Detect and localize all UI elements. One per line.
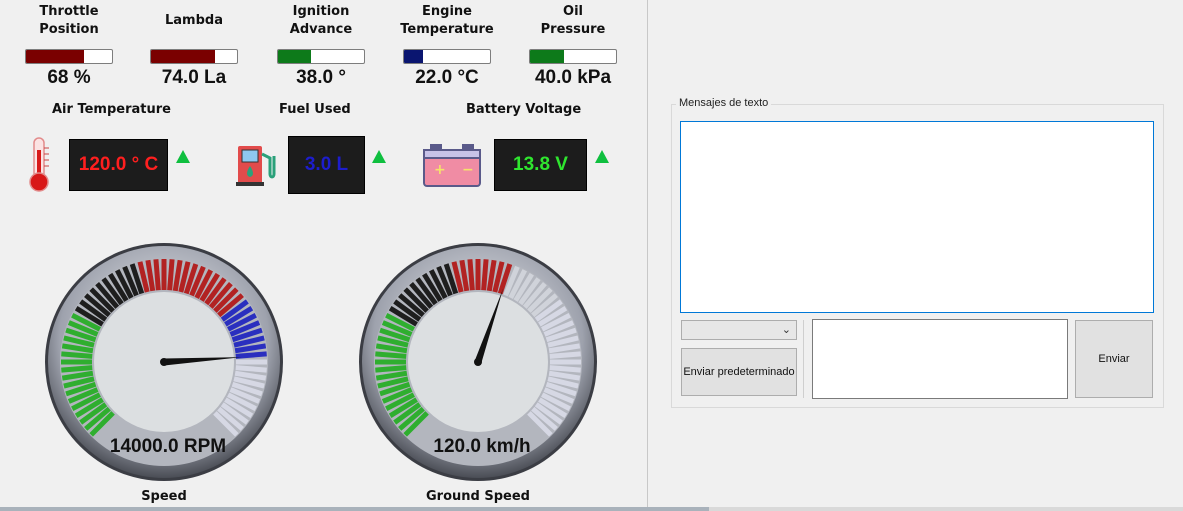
engine-temperature-gauge: Engine Temperature 22.0 °C [397,3,497,93]
gauge-label-line1: Throttle [39,4,99,19]
dial-tick [467,259,475,291]
dial-tick [375,351,407,359]
dial-tick [61,351,93,359]
trend-up-icon [176,150,190,163]
message-input-textarea[interactable] [812,319,1068,399]
gauge-label: Throttle Position [19,3,119,39]
dial-tick [549,365,581,373]
dial-hub [160,358,168,366]
dial-tick [235,351,267,359]
speed-dial-value: 14000.0 RPM [109,436,227,457]
fuel-pump-icon [234,142,280,192]
dial-tick [235,365,267,373]
battery-voltage-label: Battery Voltage [466,102,582,117]
gauge-bar [150,49,238,64]
dial-tick [167,259,175,291]
gauge-bar-fill [404,50,423,63]
dashboard-panel: Throttle Position 68 % Lambda 74.0 La Ig… [0,0,647,511]
ground-speed-dial-label: Ground Speed [426,489,530,504]
messages-group-title: Mensajes de texto [676,97,772,109]
gauge-label-line2: Temperature [400,22,494,37]
gauge-label: Oil Pressure [523,3,623,39]
scrollbar-thumb[interactable] [0,507,709,511]
air-temperature-value: 120.0 ° C [78,154,159,175]
lambda-gauge: Lambda 74.0 La [144,3,244,93]
dial-tick [481,259,489,291]
gauge-value: 38.0 ° [296,67,346,88]
gauge-value: 40.0 kPa [534,67,612,88]
battery-voltage-display: 13.8 V [494,139,587,191]
gauge-bar-fill [530,50,565,63]
battery-icon: + − [422,140,482,194]
throttle-position-gauge: Throttle Position 68 % [19,3,119,93]
dial-tick [61,365,93,373]
gauge-bar [277,49,365,64]
gauge-label: Engine Temperature [397,3,497,39]
gauge-label-line2: Position [39,22,99,37]
preset-message-select[interactable]: ⌄ [681,320,797,340]
gauge-label-line2: Pressure [540,22,606,37]
gauge-value: 22.0 °C [415,67,479,88]
trend-up-icon [595,150,609,163]
send-button[interactable]: Enviar [1075,320,1153,398]
gauge-label-line1: Engine [422,4,472,19]
gauge-label-line1: Lambda [165,13,223,28]
horizontal-scrollbar[interactable] [0,507,1183,511]
air-temperature-display: 120.0 ° C [69,139,168,191]
speed-dial-label: Speed [141,489,187,504]
dial-tick [375,365,407,373]
chevron-down-icon: ⌄ [781,323,791,336]
gauge-value: 68 % [47,67,91,88]
thermometer-icon [24,136,54,198]
fuel-used-value: 3.0 L [304,154,349,175]
oil-pressure-gauge: Oil Pressure 40.0 kPa [523,3,623,93]
gauge-bar [529,49,617,64]
gauge-bar-fill [26,50,85,63]
dial-tick [549,351,581,359]
ignition-advance-gauge: Ignition Advance 38.0 ° [271,3,371,93]
svg-text:+: + [434,162,446,178]
send-preset-button[interactable]: Enviar predeterminado [681,348,797,396]
gauge-label-line2: Advance [289,22,353,37]
gauge-bar-fill [151,50,215,63]
dial-hub [474,358,482,366]
air-temperature-label: Air Temperature [52,102,171,117]
fuel-used-label: Fuel Used [279,102,351,117]
gauge-bar [403,49,491,64]
trend-up-icon [372,150,386,163]
fuel-used-display: 3.0 L [288,136,365,194]
gauge-label: Ignition Advance [271,3,371,39]
ground-speed-dial-value: 120.0 km/h [433,436,531,457]
gauge-bar-fill [278,50,311,63]
gauge-bar [25,49,113,64]
svg-text:−: − [462,162,474,178]
gauge-value: 74.0 La [161,67,227,88]
messages-log-textarea[interactable] [680,121,1154,313]
gauge-label-line1: Ignition [292,4,350,19]
dial-tick [153,259,161,291]
vertical-separator [803,320,804,398]
battery-voltage-value: 13.8 V [513,154,568,175]
gauge-label: Lambda [144,3,244,39]
gauge-label-line1: Oil [563,4,583,19]
